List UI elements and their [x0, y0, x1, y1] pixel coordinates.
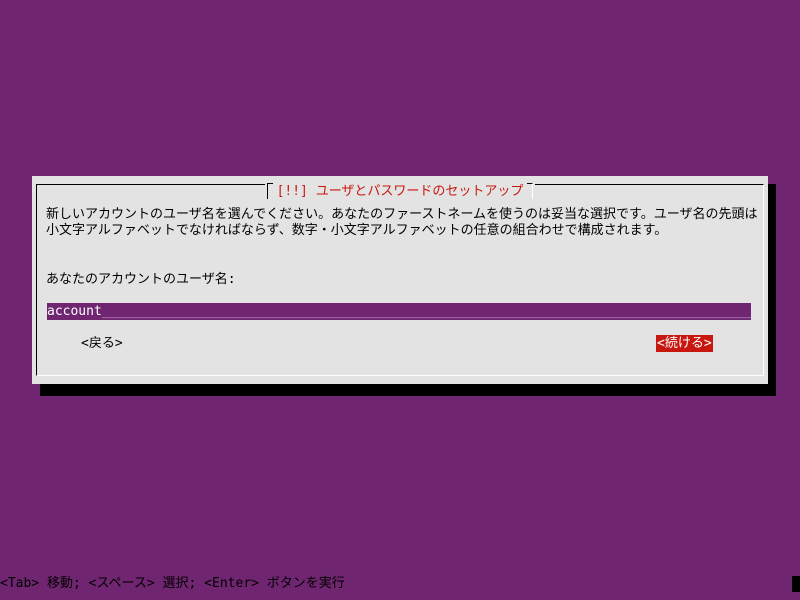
username-prompt: あなたのアカウントのユーザ名:	[46, 272, 236, 287]
username-input-fill: ________________________________________…	[101, 304, 751, 319]
title-left-bracket	[266, 183, 273, 199]
setup-dialog: [!!] ユーザとパスワードのセットアップ 新しいアカウントのユーザ名を選んでく…	[32, 176, 768, 384]
username-input[interactable]: account_________________________________…	[47, 303, 751, 320]
dialog-message: 新しいアカウントのユーザ名を選んでください。あなたのファーストネームを使うのは妥…	[46, 207, 758, 238]
back-button[interactable]: <戻る>	[80, 335, 124, 352]
username-input-value: account	[47, 304, 102, 319]
dialog-title-wrap: [!!] ユーザとパスワードのセットアップ	[264, 183, 536, 200]
title-right-bracket	[527, 183, 534, 199]
continue-button[interactable]: <続ける>	[656, 335, 713, 352]
terminal-corner-block	[792, 576, 800, 592]
dialog-title-bar: [!!] ユーザとパスワードのセットアップ	[37, 183, 763, 200]
dialog-title: [!!] ユーザとパスワードのセットアップ	[276, 184, 524, 199]
status-bar: <Tab> 移動; <スペース> 選択; <Enter> ボタンを実行	[0, 576, 345, 591]
